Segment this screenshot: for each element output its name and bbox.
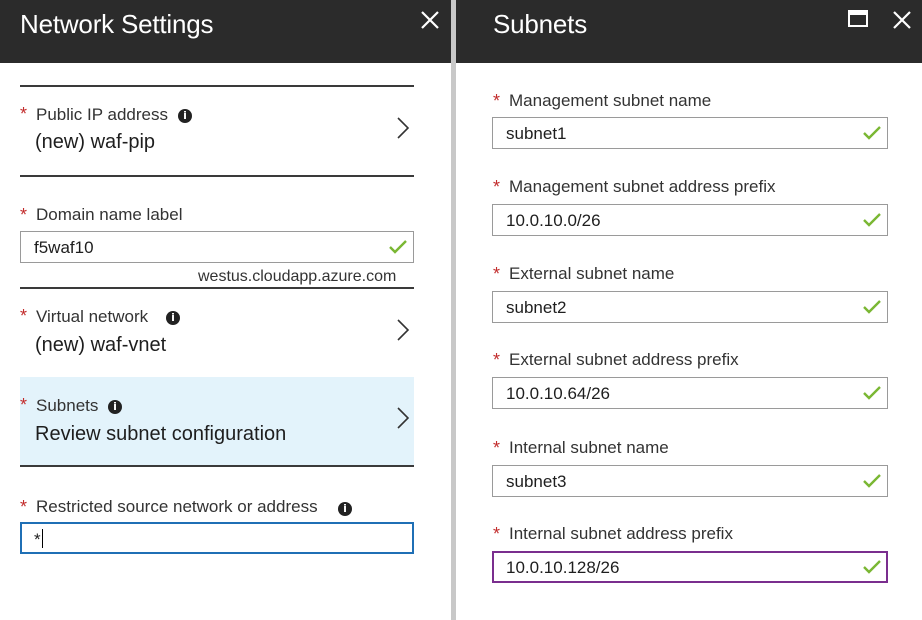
required-marker: * [493, 524, 501, 544]
internal-subnet-name-label: Internal subnet name [509, 438, 669, 457]
external-subnet-name-input[interactable]: subnet2 [492, 291, 888, 323]
required-marker: * [493, 264, 501, 284]
checkmark-icon [863, 126, 881, 140]
subnets-label: Subnets [36, 396, 99, 415]
checkmark-icon [389, 240, 407, 254]
virtual-network-label: Virtual network [36, 307, 149, 326]
domain-suffix: westus.cloudapp.azure.com [198, 268, 397, 285]
maximize-button[interactable] [846, 7, 870, 31]
internal-subnet-prefix-label: Internal subnet address prefix [509, 524, 733, 543]
required-marker: * [20, 104, 28, 124]
field-value: 10.0.10.64/26 [506, 384, 610, 403]
field-value: subnet2 [506, 298, 567, 317]
restricted-source-label: Restricted source network or address [36, 497, 318, 516]
chevron-right-icon [397, 117, 410, 139]
internal-subnet-prefix-input[interactable]: 10.0.10.128/26 [492, 551, 888, 583]
info-icon[interactable]: i [178, 109, 192, 123]
blade-header: Subnets [456, 0, 922, 63]
blade-header: Network Settings [0, 0, 451, 63]
virtual-network-value: (new) waf-vnet [35, 334, 167, 356]
subnets-blade: Subnets * Management subnet name subnet1… [456, 0, 922, 620]
external-subnet-prefix-input[interactable]: 10.0.10.64/26 [492, 377, 888, 409]
management-subnet-name-input[interactable]: subnet1 [492, 117, 888, 149]
public-ip-row[interactable]: * Public IP address i (new) waf-pip [20, 90, 414, 174]
management-subnet-prefix-label: Management subnet address prefix [509, 177, 776, 196]
close-button[interactable] [890, 8, 914, 32]
required-marker: * [493, 350, 501, 370]
required-marker: * [20, 497, 28, 517]
separator [20, 175, 414, 177]
checkmark-icon [863, 386, 881, 400]
required-marker: * [20, 395, 28, 415]
domain-name-label: Domain name label [36, 205, 183, 224]
chevron-right-icon [397, 407, 410, 429]
virtual-network-row[interactable]: * Virtual network i (new) waf-vnet [20, 292, 414, 374]
blade-title: Subnets [493, 9, 588, 39]
separator [20, 85, 414, 87]
required-marker: * [493, 177, 501, 197]
checkmark-icon [863, 474, 881, 488]
close-icon [421, 11, 439, 29]
separator [20, 287, 414, 289]
external-subnet-prefix-label: External subnet address prefix [509, 350, 739, 369]
management-subnet-prefix-input[interactable]: 10.0.10.0/26 [492, 204, 888, 236]
close-icon [893, 11, 911, 29]
checkmark-icon [863, 560, 881, 574]
info-icon[interactable]: i [108, 400, 122, 414]
required-marker: * [20, 306, 28, 326]
field-value: subnet3 [506, 472, 567, 491]
info-icon[interactable]: i [338, 502, 352, 516]
maximize-icon [848, 10, 868, 27]
text-cursor [41, 529, 43, 548]
checkmark-icon [863, 213, 881, 227]
domain-name-input[interactable]: f5waf10 [20, 231, 414, 263]
internal-subnet-name-input[interactable]: subnet3 [492, 465, 888, 497]
public-ip-value: (new) waf-pip [35, 131, 156, 153]
chevron-right-icon [397, 319, 410, 341]
restricted-source-value: * [34, 529, 43, 549]
separator [20, 465, 414, 467]
restricted-source-input[interactable]: * [20, 522, 414, 554]
required-marker: * [493, 91, 501, 111]
external-subnet-name-label: External subnet name [509, 264, 675, 283]
close-button[interactable] [418, 8, 442, 32]
network-settings-blade: Network Settings * Public IP address i (… [0, 0, 451, 620]
required-marker: * [493, 438, 501, 458]
field-value: 10.0.10.128/26 [506, 558, 620, 577]
management-subnet-name-label: Management subnet name [509, 91, 712, 110]
blade-title: Network Settings [20, 9, 214, 39]
subnets-value: Review subnet configuration [35, 423, 287, 445]
info-icon[interactable]: i [166, 311, 180, 325]
public-ip-label: Public IP address [36, 105, 168, 124]
checkmark-icon [863, 300, 881, 314]
field-value: subnet1 [506, 124, 567, 143]
field-value: 10.0.10.0/26 [506, 211, 601, 230]
subnets-row[interactable]: * Subnets i Review subnet configuration [20, 377, 414, 465]
required-marker: * [20, 205, 28, 225]
domain-name-value: f5waf10 [34, 238, 94, 257]
